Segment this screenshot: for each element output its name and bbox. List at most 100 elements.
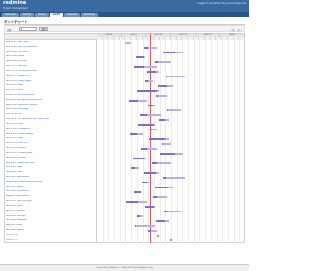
issue-row-label[interactable]: Task #75: News xyxy=(6,205,96,209)
issue-row-label[interactable]: Bug #101: Wrong text color xyxy=(6,162,96,166)
issue-bar-progress xyxy=(149,138,165,140)
issue-bar-progress xyxy=(158,85,167,87)
months-select[interactable]: 6 xyxy=(19,27,37,31)
issue-row-label[interactable]: Task #136: Wiki page xyxy=(6,108,96,112)
issue-row-label[interactable]: Feature #90: Enhanced issue form xyxy=(6,181,96,185)
issue-row-label[interactable]: Task #60: Import xyxy=(6,229,96,233)
prev-period-link[interactable]: « 前 xyxy=(230,28,234,32)
gantt-chart: Bug #191: Don't passTask #186: Sort by r… xyxy=(4,33,245,243)
user-menu[interactable]: Logged in as admin My account Sign out xyxy=(197,2,246,5)
issue-row-label[interactable]: Task #173: Checking the Wiki xyxy=(6,70,96,74)
issue-row-label[interactable]: Bug #81: Date format xyxy=(6,195,96,199)
issue-row-label[interactable]: Task #66: Workflow xyxy=(6,219,96,223)
issue-row-label[interactable]: Task #87: Report xyxy=(6,186,96,190)
issue-bar[interactable] xyxy=(167,109,181,111)
issue-row-label[interactable]: Task #119: Tags xyxy=(6,137,96,141)
issue-row-label[interactable]: Task #96: Roles xyxy=(6,171,96,175)
issue-row-label[interactable]: Task #180: Preview xyxy=(6,60,96,64)
issue-bar-progress xyxy=(134,191,141,193)
issue-row-label[interactable]: Task #172: Update list xyxy=(6,75,96,79)
issue-row-label[interactable]: Task #134: Diff xyxy=(6,113,96,117)
tab-calendar[interactable]: Calendar xyxy=(64,13,80,17)
issue-row-label[interactable]: Task #69: Settings xyxy=(6,215,96,219)
tab-roadmap[interactable]: Roadmap xyxy=(81,13,98,17)
issue-bar-progress xyxy=(134,66,144,68)
tab-issues[interactable]: Issues xyxy=(35,13,48,17)
issue-row-label[interactable]: Task #112: Custom fields xyxy=(6,152,96,156)
issue-bar-progress xyxy=(138,124,154,126)
subject-header xyxy=(5,34,97,40)
issue-bar-progress xyxy=(159,119,165,121)
issue-row-label[interactable]: Task #168: editor xyxy=(6,55,96,59)
issue-row-label[interactable]: Task #84: Documents xyxy=(6,190,96,194)
issue-row-label[interactable]: Task #185: Unit tests xyxy=(6,51,96,55)
issue-bar[interactable] xyxy=(162,143,171,145)
tab-overview[interactable]: Overview xyxy=(2,13,19,17)
issue-bar-progress xyxy=(160,153,175,155)
apply-button[interactable]: 適用 xyxy=(39,27,48,31)
issue-row-label[interactable]: Task #78: Time tracking xyxy=(6,200,96,204)
issue-row-label[interactable]: Task #155: Help xyxy=(6,84,96,88)
issue-row-label[interactable]: Task #72: Forums xyxy=(6,210,96,214)
issue-bar-progress xyxy=(163,177,166,179)
app-root: redmine Project management Logged in as … xyxy=(0,0,249,270)
issue-bar-progress xyxy=(147,71,156,73)
issue-row-label[interactable]: Task #93: Notification xyxy=(6,176,96,180)
months-label: 月数 xyxy=(7,28,12,32)
issue-bar[interactable] xyxy=(125,42,131,44)
issue-row-label[interactable]: Bug #121: Cannot update xyxy=(6,133,96,137)
issue-bar-progress xyxy=(152,162,157,164)
version-row-label[interactable]: Version 0.6 xyxy=(6,234,96,238)
issue-bar-progress xyxy=(137,90,157,92)
issue-row-label[interactable]: Feature #146: Attachments xyxy=(6,94,96,98)
issue-bar-progress xyxy=(131,167,135,169)
issue-bar-progress xyxy=(129,100,138,102)
issue-bar-progress xyxy=(141,148,147,150)
app-logo[interactable]: redmine xyxy=(3,1,26,6)
issue-bar-progress xyxy=(136,56,144,58)
issue-bar[interactable] xyxy=(135,225,155,227)
gantt-options: 月数 6 適用 « 前 次 » xyxy=(4,25,245,32)
issue-row-label[interactable]: Feature #140: Allow to attach files xyxy=(6,99,96,103)
issue-row-label[interactable]: Task #128: SVN xyxy=(6,123,96,127)
issue-row-label[interactable]: Task #99: Login xyxy=(6,166,96,170)
issue-bar[interactable] xyxy=(163,177,185,179)
issue-subject-column: Bug #191: Don't passTask #186: Sort by r… xyxy=(5,34,97,243)
issue-bar-progress xyxy=(166,76,167,78)
issue-bar-progress xyxy=(155,187,168,189)
issue-bar-progress xyxy=(130,133,137,135)
issue-bar-progress xyxy=(155,61,158,63)
issue-row-label[interactable]: Task #186: Sort by registered xyxy=(6,46,96,50)
issue-bar-progress xyxy=(144,172,156,174)
issue-bar-progress xyxy=(153,196,157,198)
issue-row-label[interactable]: Task #116: Search xyxy=(6,147,96,151)
issue-bar-progress xyxy=(162,143,163,145)
period-navigation: « 前 次 » xyxy=(230,28,242,32)
issue-bar-progress xyxy=(145,80,148,82)
issue-row-label[interactable]: Bug #138: Repository browser xyxy=(6,104,96,108)
issue-bar[interactable] xyxy=(164,211,181,213)
issue-row-label[interactable]: Bug #63: Email xyxy=(6,224,96,228)
issue-bar-progress xyxy=(126,201,138,203)
main-menu: OverviewActivityIssuesGanttCalendarRoadm… xyxy=(0,12,249,17)
gantt-timeline: 2007-82007-92007-102007-112007-122008-1 xyxy=(97,34,245,243)
issue-bar-progress xyxy=(145,206,154,208)
issue-row-label[interactable]: Feature #130: Updates of the same issue xyxy=(6,118,96,122)
issue-bar-progress xyxy=(148,230,151,232)
issue-row-label[interactable]: Task #108: Version xyxy=(6,157,96,161)
issue-bar-progress xyxy=(144,47,148,49)
version-row-label[interactable]: Version 0.5 xyxy=(6,239,96,243)
project-name: Project management xyxy=(3,7,28,10)
issue-row-label[interactable]: Task #151: Mail xyxy=(6,89,96,93)
issue-row-label[interactable]: Bug #191: Don't pass xyxy=(6,41,96,45)
next-period-link[interactable]: 次 » xyxy=(238,28,242,32)
issue-row-label[interactable]: Task #118: Issue list xyxy=(6,142,96,146)
tab-gantt[interactable]: Gantt xyxy=(50,13,63,17)
issue-row-label[interactable]: Task #169: Gantt export xyxy=(6,80,96,84)
issue-row-label[interactable]: Task #124: Changesets xyxy=(6,128,96,132)
tab-activity[interactable]: Activity xyxy=(20,13,35,17)
main-content: ガントチャート 月数 6 適用 « 前 次 » Bug #191: Don't … xyxy=(4,19,245,261)
issue-row-label[interactable]: Task #175: Spelling xyxy=(6,65,96,69)
issue-bar-progress xyxy=(156,95,158,97)
version-milestone xyxy=(170,239,173,242)
